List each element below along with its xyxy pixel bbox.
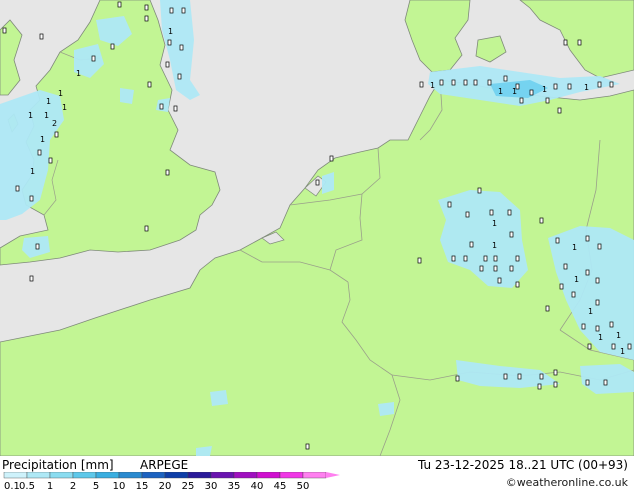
legend-swatch [256, 472, 281, 479]
map-value-label: 2 [52, 119, 57, 128]
legend-swatch [26, 472, 51, 479]
legend-tick-label: 15 [136, 481, 149, 490]
map-value-label: 1 [46, 97, 51, 106]
map-value-label: 1 [40, 135, 45, 144]
legend-tick-label: 40 [251, 481, 264, 490]
map-value-label: 1 [542, 85, 547, 94]
precipitation-legend: 0.1 0.5 1 2 5 10 15 20 25 30 35 40 45 50 [3, 472, 340, 490]
legend-tick-label: 20 [159, 481, 172, 490]
model-name: ARPEGE [140, 458, 189, 472]
map-value-label: 1 [598, 333, 603, 342]
legend-swatches [3, 472, 340, 479]
legend-swatch [210, 472, 235, 479]
legend-swatch [164, 472, 189, 479]
map-value-label: 1 [616, 331, 621, 340]
legend-tick-label: 0.5 [19, 481, 35, 490]
legend-swatch [302, 472, 327, 479]
map-value-label: 1 [492, 241, 497, 250]
legend-swatch [95, 472, 120, 479]
map-value-label: 1 [62, 103, 67, 112]
map-value-label: 1 [58, 89, 63, 98]
map-value-label: 1 [76, 69, 81, 78]
weather-map-page: 1 1 1 1 1 2 1 1 1 1 1 1 1 1 1 1 1 1 1 1 … [0, 0, 634, 490]
legend-tick-label: 30 [205, 481, 218, 490]
legend-ticks: 0.1 0.5 1 2 5 10 15 20 25 30 35 40 45 50 [4, 481, 309, 490]
legend-swatch [141, 472, 166, 479]
legend-swatch [118, 472, 143, 479]
map-value-label: 1 [588, 307, 593, 316]
precipitation-map[interactable]: 1 1 1 1 1 2 1 1 1 1 1 1 1 1 1 1 1 1 1 1 … [0, 0, 634, 456]
map-value-label: 1 [430, 81, 435, 90]
map-value-label: 1 [584, 83, 589, 92]
legend-tick-label: 5 [93, 481, 99, 490]
legend-tick-label: 45 [274, 481, 287, 490]
map-value-label: 1 [168, 27, 173, 36]
legend-swatch [279, 472, 304, 479]
legend-tick-label: 1 [47, 481, 53, 490]
map-value-label: 1 [498, 87, 503, 96]
map-value-label: 1 [44, 111, 49, 120]
legend-swatch [3, 472, 28, 479]
map-value-label: 1 [28, 111, 33, 120]
map-value-label: 1 [512, 87, 517, 96]
legend-tick-label: 50 [297, 481, 310, 490]
legend-swatch [233, 472, 258, 479]
legend-swatch [187, 472, 212, 479]
legend-arrow [326, 472, 340, 478]
legend-tick-label: 25 [182, 481, 195, 490]
legend-tick-label: 10 [113, 481, 126, 490]
map-title: Precipitation [mm] [2, 458, 114, 472]
map-value-label: 1 [492, 219, 497, 228]
legend-swatch [49, 472, 74, 479]
legend-swatch [72, 472, 97, 479]
legend-tick-label: 2 [70, 481, 76, 490]
valid-time: Tu 23-12-2025 18..21 UTC (00+93) [417, 458, 628, 472]
legend-tick-label: 35 [228, 481, 241, 490]
map-value-label: 1 [620, 347, 625, 356]
map-value-label: 1 [574, 275, 579, 284]
map-value-label: 1 [30, 167, 35, 176]
legend-tick-label: 0.1 [4, 481, 20, 490]
map-value-label: 1 [572, 243, 577, 252]
